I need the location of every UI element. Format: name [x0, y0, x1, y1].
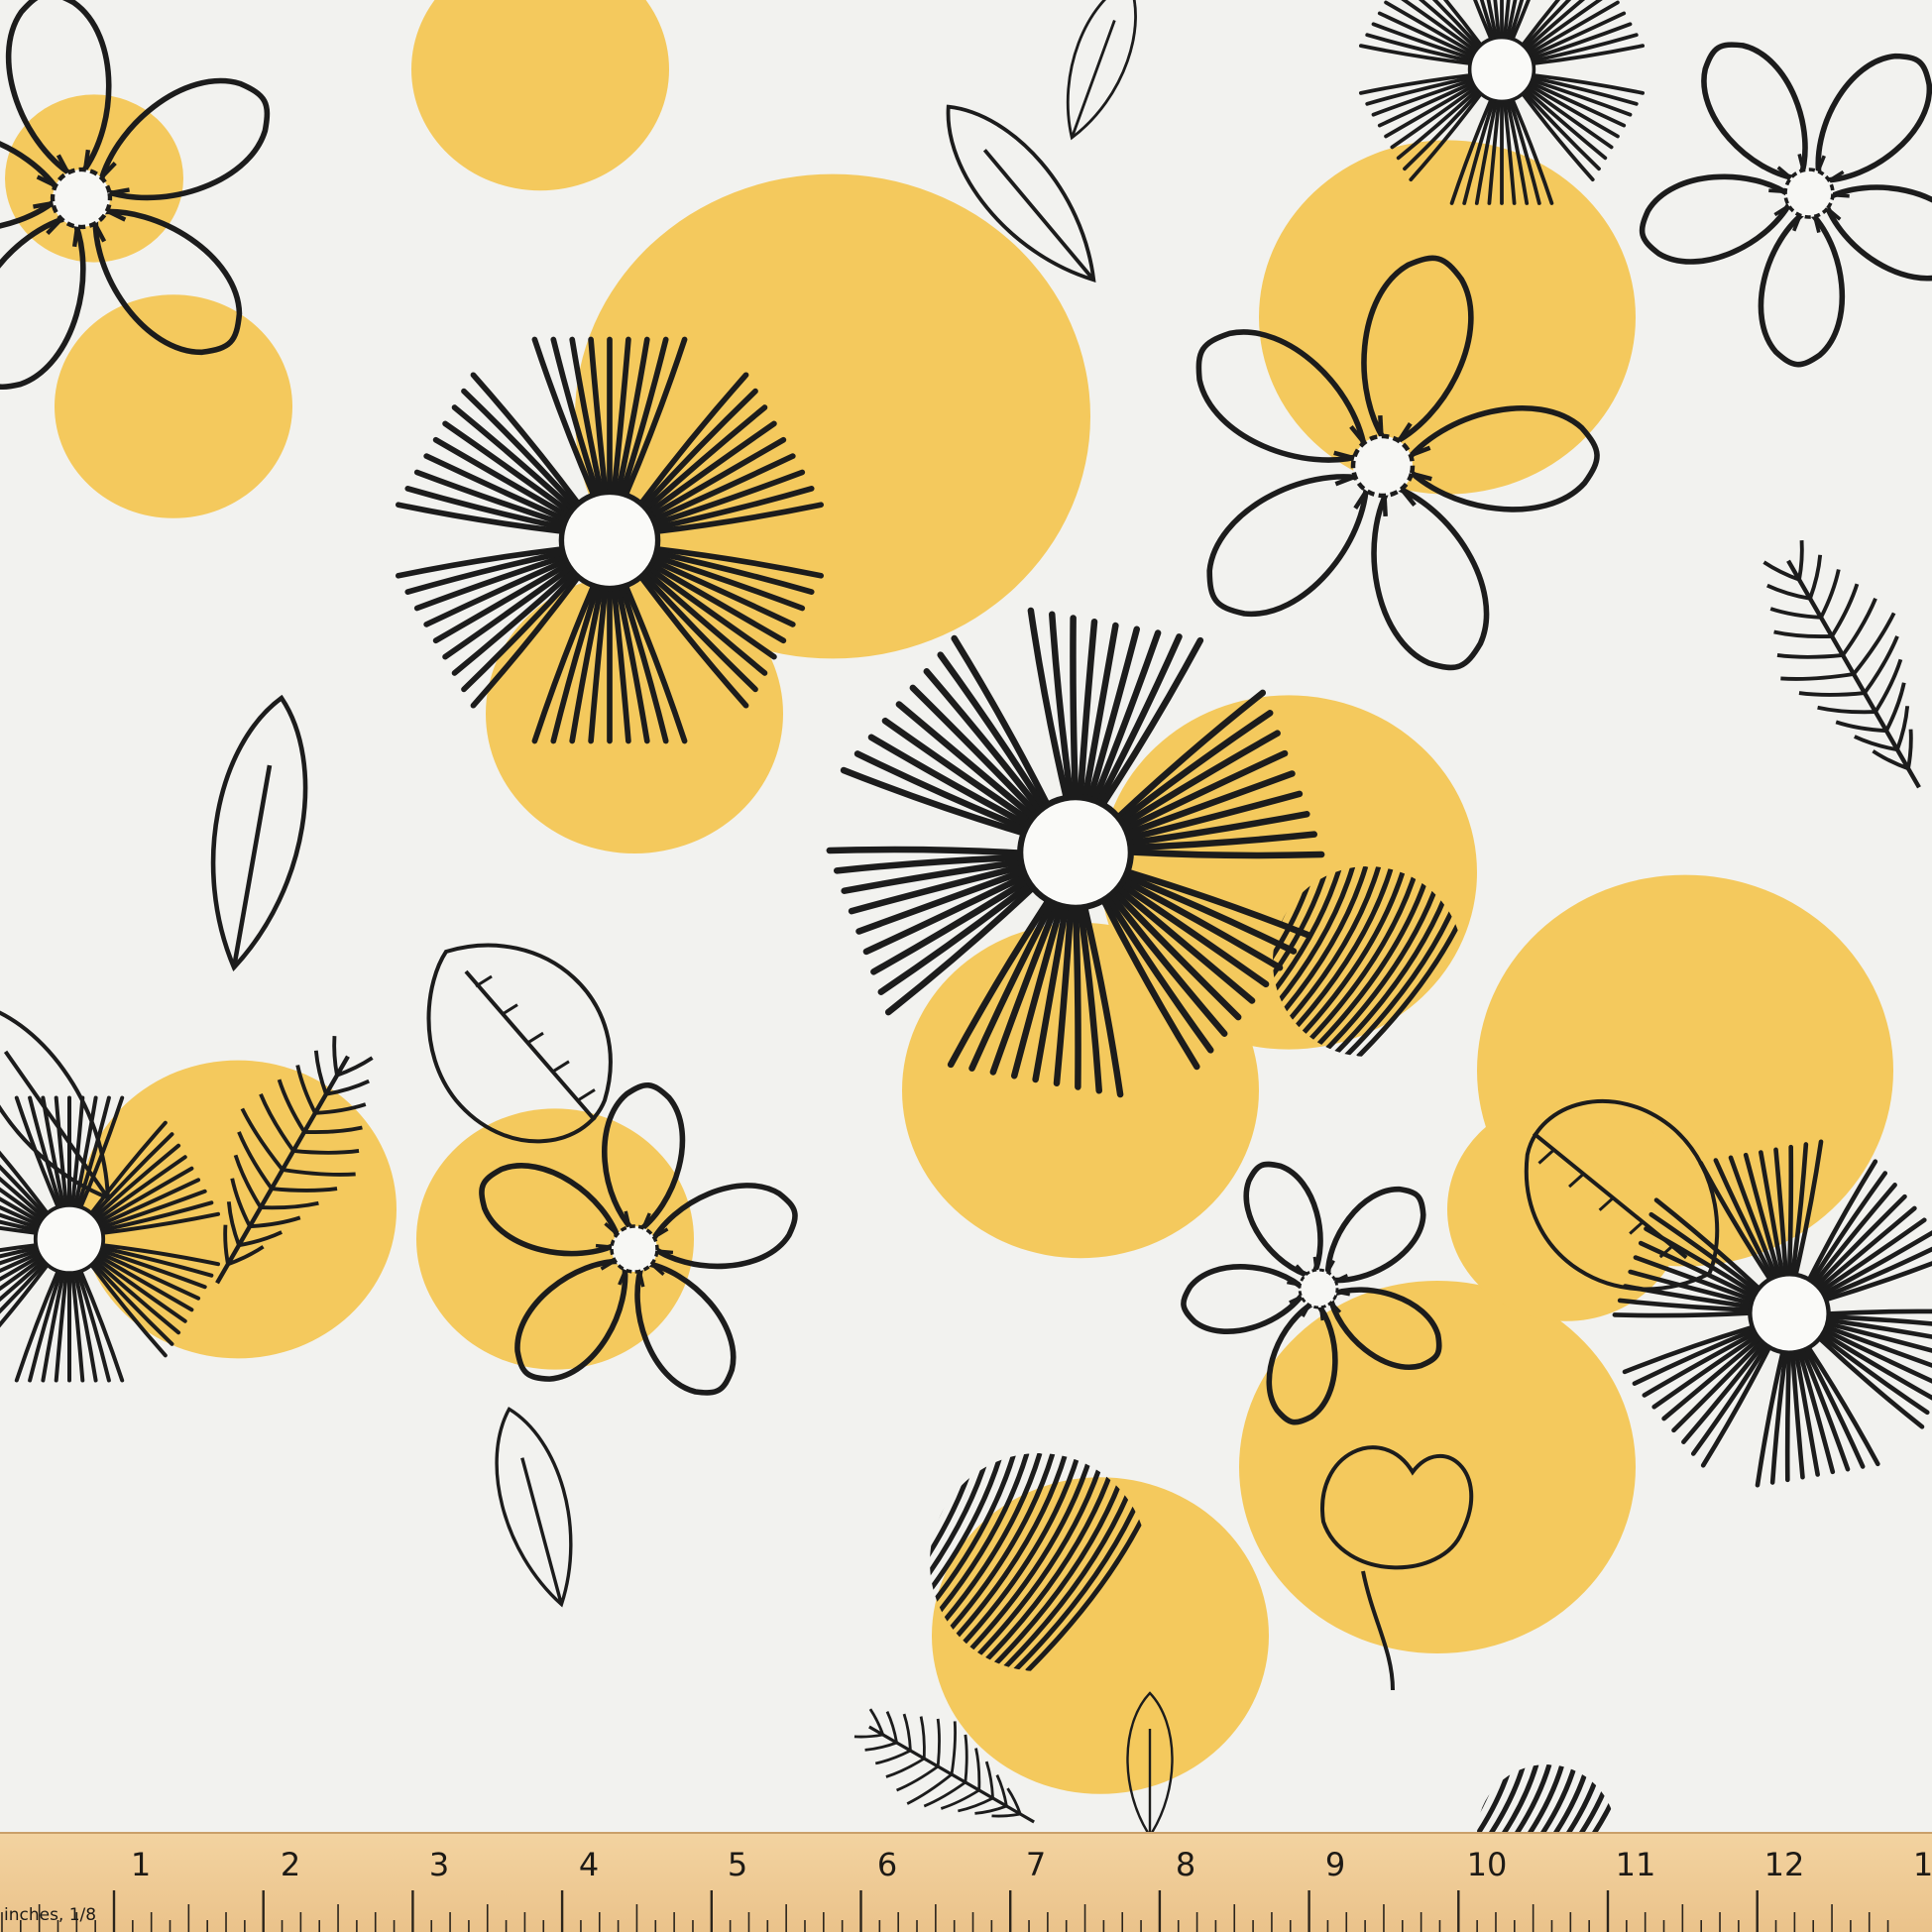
ruler-number-1: 1	[130, 1846, 152, 1883]
feather-leaf	[1762, 540, 1921, 789]
ruler-number-13: 1	[1912, 1846, 1932, 1883]
floral-pattern	[0, 0, 1932, 1832]
yellow-dot	[55, 294, 292, 518]
ruler-number-10: 10	[1466, 1846, 1508, 1883]
yellow-dot	[79, 1060, 397, 1359]
ruler-number-2: 2	[280, 1846, 301, 1883]
ruler-unit-label: inches, 1/8	[4, 1905, 97, 1925]
fabric-swatch: 1 2 3 4 5 6 7 8 9 10 11 12 1 inches, 1/8	[0, 0, 1932, 1932]
ruler-number-6: 6	[876, 1846, 898, 1883]
striped-circle	[1477, 1764, 1616, 1832]
ruler-number-11: 11	[1615, 1846, 1656, 1883]
ruler-number-8: 8	[1175, 1846, 1196, 1883]
yellow-dot	[1259, 140, 1636, 495]
ruler-number-9: 9	[1324, 1846, 1346, 1883]
ruler-number-12: 12	[1763, 1846, 1805, 1883]
measuring-ruler: 1 2 3 4 5 6 7 8 9 10 11 12 1 inches, 1/8	[0, 1832, 1932, 1932]
ruler-number-5: 5	[727, 1846, 748, 1883]
yellow-dot	[411, 0, 669, 191]
ruler-number-4: 4	[578, 1846, 600, 1883]
leaf	[495, 1407, 573, 1608]
leaf	[1066, 0, 1137, 141]
ruler-number-3: 3	[428, 1846, 450, 1883]
ruler-number-7: 7	[1025, 1846, 1047, 1883]
leaf	[210, 694, 308, 972]
